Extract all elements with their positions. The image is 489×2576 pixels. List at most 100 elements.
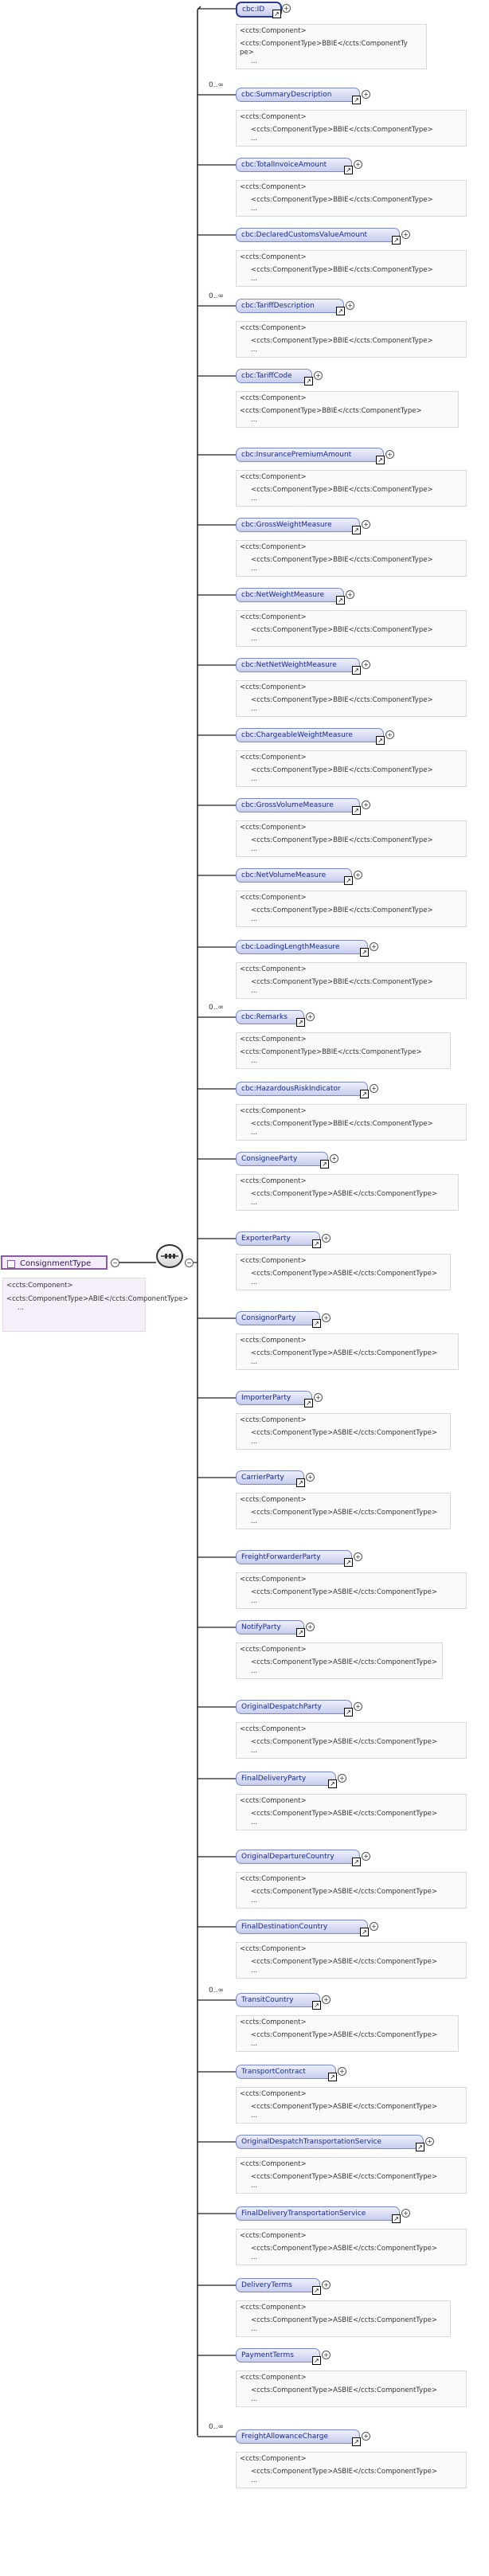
element-annotation: <ccts:Component> <ccts:ComponentType>ASBI… <box>236 1942 467 1979</box>
expand-icon[interactable]: + <box>401 230 410 239</box>
expand-icon[interactable]: + <box>322 2280 331 2289</box>
expand-icon[interactable]: + <box>362 2432 370 2441</box>
expand-icon[interactable]: + <box>322 1995 331 2004</box>
expand-icon[interactable]: + <box>354 160 362 169</box>
element-annotation: <ccts:Component> <ccts:ComponentType>BBIE… <box>236 180 467 217</box>
element-box[interactable]: cbc:SummaryDescription <box>236 88 360 102</box>
element-annotation: <ccts:Component> <ccts:ComponentType>ASBI… <box>236 1872 467 1909</box>
element-box[interactable]: FinalDeliveryTransportationService <box>236 2206 400 2221</box>
annotation-line: <ccts:ComponentType>ASBIE</ccts:Componen… <box>251 2103 437 2111</box>
element-box[interactable]: cbc:Remarks <box>236 1010 304 1024</box>
element-box[interactable]: TransportContract <box>236 2065 336 2079</box>
element-box[interactable]: FreightAllowanceCharge <box>236 2429 360 2444</box>
element-annotation: <ccts:Component> <ccts:ComponentType>BBIE… <box>236 1104 467 1141</box>
annotation-line: <ccts:Component> <box>240 1945 307 1953</box>
element-box[interactable]: DeliveryTerms <box>236 2278 320 2292</box>
expand-icon[interactable]: + <box>362 90 370 99</box>
element-annotation: <ccts:Component> <ccts:ComponentType>ASBI… <box>236 1722 467 1759</box>
expand-icon[interactable]: + <box>354 871 362 879</box>
expand-icon[interactable]: + <box>322 1234 331 1243</box>
expand-icon[interactable]: + <box>314 371 323 380</box>
annotation-line: ... <box>251 1517 258 1525</box>
element-box[interactable]: OriginalDepartureCountry <box>236 1850 360 1864</box>
expand-icon[interactable]: + <box>346 590 354 599</box>
expand-icon[interactable]: + <box>330 1154 338 1163</box>
annotation-line: <ccts:ComponentType>BBIE</ccts:Component… <box>251 266 433 274</box>
element-box[interactable]: cbc:TariffCode <box>236 369 312 383</box>
element-box[interactable]: FinalDeliveryParty <box>236 1771 336 1786</box>
expand-icon[interactable]: + <box>425 2137 434 2146</box>
element-box[interactable]: ConsigneeParty <box>236 1152 328 1166</box>
element-box[interactable]: cbc:ChargeableWeightMeasure <box>236 728 384 742</box>
expand-icon[interactable]: + <box>401 2209 410 2218</box>
element-box[interactable]: CarrierParty <box>236 1470 304 1485</box>
element-box[interactable]: TransitCountry <box>236 1993 320 2007</box>
expand-icon[interactable]: + <box>370 1922 378 1931</box>
expand-icon[interactable]: + <box>385 450 394 459</box>
expand-icon[interactable]: + <box>322 1313 331 1322</box>
element-box[interactable]: cbc:HazardousRiskIndicator <box>236 1082 368 1096</box>
annotation-line: <ccts:ComponentType>ASBIE</ccts:Componen… <box>251 1349 437 1357</box>
expand-icon[interactable]: + <box>370 1084 378 1093</box>
element-box[interactable]: cbc:DeclaredCustomsValueAmount <box>236 228 400 242</box>
element-box[interactable]: cbc:TariffDescription <box>236 299 344 313</box>
element-box[interactable]: cbc:TotalInvoiceAmount <box>236 158 352 172</box>
expand-icon[interactable]: + <box>306 1623 315 1631</box>
element-annotation: <ccts:Component> <ccts:ComponentType>ASBI… <box>236 1413 451 1450</box>
annotation-line: ... <box>251 1199 258 1207</box>
root-type-box[interactable]: ConsignmentType <box>1 1255 108 1270</box>
element-box[interactable]: cbc:LoadingLengthMeasure <box>236 940 368 954</box>
cardinality-label: 0..∞ <box>209 1987 224 1995</box>
element-box[interactable]: cbc:GrossWeightMeasure <box>236 518 360 532</box>
expand-icon[interactable]: + <box>362 520 370 529</box>
annotation-line: <ccts:ComponentType>BBIE</ccts:Component… <box>251 556 433 564</box>
element-box[interactable]: OriginalDespatchParty <box>236 1700 352 1714</box>
element-box[interactable]: cbc:NetWeightMeasure <box>236 588 344 602</box>
expand-icon[interactable]: + <box>362 801 370 809</box>
expand-icon[interactable]: + <box>362 660 370 669</box>
expand-icon[interactable]: + <box>346 301 354 310</box>
element-box[interactable]: ExporterParty <box>236 1231 320 1246</box>
expand-icon[interactable]: + <box>362 1852 370 1861</box>
expand-icon[interactable]: + <box>385 730 394 739</box>
annotation-line: <ccts:Component> <box>240 473 307 481</box>
expand-icon[interactable]: + <box>370 942 378 951</box>
expand-icon[interactable]: + <box>322 2351 331 2359</box>
expand-icon[interactable]: + <box>338 1774 346 1783</box>
expand-icon[interactable]: + <box>282 4 291 13</box>
sequence-compositor-icon[interactable] <box>156 1244 183 1268</box>
element-annotation: <ccts:Component> <ccts:ComponentType>BBIE… <box>236 750 467 787</box>
annotation-line: ... <box>251 2040 258 2048</box>
reference-arrow-icon: ↗ <box>392 236 401 245</box>
root-expand-icon[interactable]: − <box>111 1259 119 1267</box>
element-annotation: <ccts:Component> <ccts:ComponentType>BBIE… <box>236 540 467 577</box>
annotation-line: <ccts:ComponentType>ASBIE</ccts:Componen… <box>251 2173 437 2181</box>
reference-arrow-icon: ↗ <box>352 2437 361 2446</box>
element-box[interactable]: cbc:InsurancePremiumAmount <box>236 448 384 462</box>
annotation-line: <ccts:ComponentType>ASBIE</ccts:Componen… <box>251 1270 437 1278</box>
sequence-expand-icon[interactable]: − <box>185 1259 194 1267</box>
element-box[interactable]: PaymentTerms <box>236 2348 320 2363</box>
expand-icon[interactable]: + <box>314 1393 323 1402</box>
element-box[interactable]: ImporterParty <box>236 1391 312 1405</box>
element-box[interactable]: OriginalDespatchTransportationService <box>236 2135 424 2149</box>
annotation-line: ... <box>251 565 258 573</box>
expand-icon[interactable]: + <box>354 1552 362 1561</box>
element-box[interactable]: NotifyParty <box>236 1620 304 1634</box>
expand-icon[interactable]: + <box>354 1702 362 1711</box>
element-box[interactable]: cbc:NetNetWeightMeasure <box>236 658 360 672</box>
element-box[interactable]: cbc:GrossVolumeMeasure <box>236 798 360 812</box>
element-box[interactable]: FinalDestinationCountry <box>236 1920 368 1934</box>
element-box[interactable]: FreightForwarderParty <box>236 1550 352 1564</box>
annotation-line: ... <box>251 635 258 643</box>
expand-icon[interactable]: + <box>306 1473 315 1482</box>
element-box[interactable]: cbc:NetVolumeMeasure <box>236 868 352 883</box>
cardinality-label: 0..∞ <box>209 292 224 300</box>
expand-icon[interactable]: + <box>306 1012 315 1021</box>
element-box[interactable]: ConsignorParty <box>236 1311 320 1325</box>
annotation-line: <ccts:Component> <box>240 1337 307 1345</box>
annotation-line: <ccts:Component> <box>240 1875 307 1883</box>
reference-arrow-icon: ↗ <box>360 948 369 957</box>
element-annotation: <ccts:Component> <ccts:ComponentType>BBIE… <box>236 962 467 999</box>
expand-icon[interactable]: + <box>338 2067 346 2076</box>
